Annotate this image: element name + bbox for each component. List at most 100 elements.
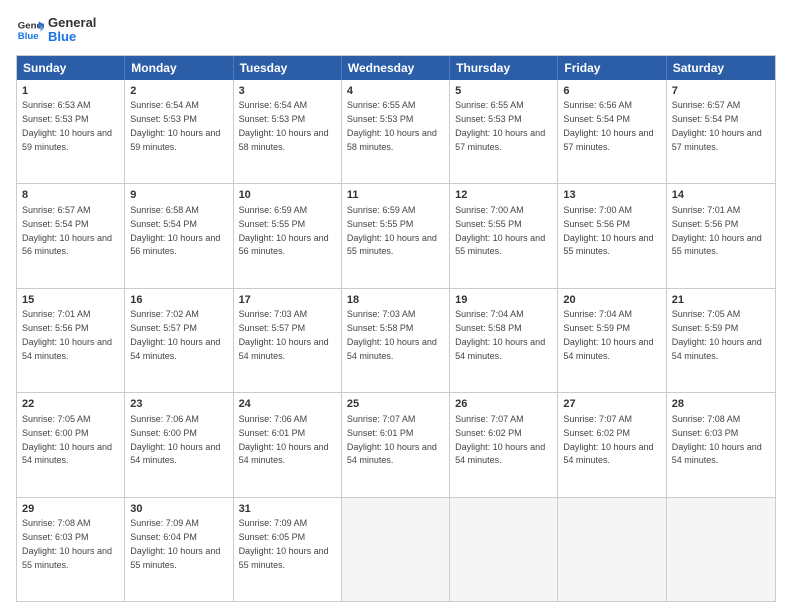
calendar-cell-7: 7Sunrise: 6:57 AMSunset: 5:54 PMDaylight… xyxy=(667,80,775,183)
day-number: 4 xyxy=(347,84,444,99)
header: General Blue General Blue xyxy=(16,16,776,45)
day-info: Sunrise: 7:04 AMSunset: 5:58 PMDaylight:… xyxy=(455,309,545,360)
page: General Blue General Blue SundayMondayTu… xyxy=(0,0,792,612)
calendar-cell-6: 6Sunrise: 6:56 AMSunset: 5:54 PMDaylight… xyxy=(558,80,666,183)
day-info: Sunrise: 7:07 AMSunset: 6:02 PMDaylight:… xyxy=(455,414,545,465)
calendar-cell-11: 11Sunrise: 6:59 AMSunset: 5:55 PMDayligh… xyxy=(342,184,450,287)
calendar-body: 1Sunrise: 6:53 AMSunset: 5:53 PMDaylight… xyxy=(17,80,775,601)
day-number: 24 xyxy=(239,397,336,412)
header-day-friday: Friday xyxy=(558,56,666,80)
calendar-cell-14: 14Sunrise: 7:01 AMSunset: 5:56 PMDayligh… xyxy=(667,184,775,287)
day-number: 20 xyxy=(563,293,660,308)
day-number: 23 xyxy=(130,397,227,412)
day-info: Sunrise: 7:07 AMSunset: 6:02 PMDaylight:… xyxy=(563,414,653,465)
calendar-cell-24: 24 Sunrise: 7:06 AMSunset: 6:01 PMDayligh… xyxy=(234,393,342,496)
calendar-row-1: 1Sunrise: 6:53 AMSunset: 5:53 PMDaylight… xyxy=(17,80,775,183)
day-number: 7 xyxy=(672,84,770,99)
day-number: 9 xyxy=(130,188,227,203)
day-number: 1 xyxy=(22,84,119,99)
calendar-cell-4: 4Sunrise: 6:55 AMSunset: 5:53 PMDaylight… xyxy=(342,80,450,183)
calendar-cell-13: 13 Sunrise: 7:00 AMSunset: 5:56 PMDayligh… xyxy=(558,184,666,287)
day-number: 2 xyxy=(130,84,227,99)
day-number: 19 xyxy=(455,293,552,308)
calendar-cell-17: 17Sunrise: 7:03 AMSunset: 5:57 PMDayligh… xyxy=(234,289,342,392)
calendar-cell-3: 3Sunrise: 6:54 AMSunset: 5:53 PMDaylight… xyxy=(234,80,342,183)
calendar-cell-25: 25Sunrise: 7:07 AMSunset: 6:01 PMDayligh… xyxy=(342,393,450,496)
day-number: 12 xyxy=(455,188,552,203)
calendar-cell-20: 20Sunrise: 7:04 AMSunset: 5:59 PMDayligh… xyxy=(558,289,666,392)
calendar-row-5: 29Sunrise: 7:08 AMSunset: 6:03 PMDayligh… xyxy=(17,497,775,601)
day-info: Sunrise: 7:08 AMSunset: 6:03 PMDaylight:… xyxy=(672,414,762,465)
day-number: 30 xyxy=(130,502,227,517)
day-number: 16 xyxy=(130,293,227,308)
calendar-cell-10: 10Sunrise: 6:59 AMSunset: 5:55 PMDayligh… xyxy=(234,184,342,287)
day-number: 21 xyxy=(672,293,770,308)
day-info: Sunrise: 6:54 AMSunset: 5:53 PMDaylight:… xyxy=(239,100,329,151)
day-number: 29 xyxy=(22,502,119,517)
day-info: Sunrise: 7:00 AMSunset: 5:55 PMDaylight:… xyxy=(455,205,545,256)
calendar-cell-23: 23Sunrise: 7:06 AMSunset: 6:00 PMDayligh… xyxy=(125,393,233,496)
day-info: Sunrise: 7:06 AMSunset: 6:01 PMDaylight:… xyxy=(239,414,329,465)
calendar-header: SundayMondayTuesdayWednesdayThursdayFrid… xyxy=(17,56,775,80)
header-day-monday: Monday xyxy=(125,56,233,80)
calendar-cell-2: 2Sunrise: 6:54 AMSunset: 5:53 PMDaylight… xyxy=(125,80,233,183)
day-number: 28 xyxy=(672,397,770,412)
day-info: Sunrise: 7:02 AMSunset: 5:57 PMDaylight:… xyxy=(130,309,220,360)
day-info: Sunrise: 7:03 AMSunset: 5:57 PMDaylight:… xyxy=(239,309,329,360)
calendar-cell-22: 22Sunrise: 7:05 AMSunset: 6:00 PMDayligh… xyxy=(17,393,125,496)
day-number: 5 xyxy=(455,84,552,99)
day-number: 11 xyxy=(347,188,444,203)
day-number: 26 xyxy=(455,397,552,412)
day-number: 13 xyxy=(563,188,660,203)
calendar-cell-5: 5Sunrise: 6:55 AMSunset: 5:53 PMDaylight… xyxy=(450,80,558,183)
svg-text:Blue: Blue xyxy=(18,31,39,42)
header-day-thursday: Thursday xyxy=(450,56,558,80)
day-number: 3 xyxy=(239,84,336,99)
calendar-row-2: 8 Sunrise: 6:57 AMSunset: 5:54 PMDaylight… xyxy=(17,183,775,287)
calendar-row-3: 15Sunrise: 7:01 AMSunset: 5:56 PMDayligh… xyxy=(17,288,775,392)
day-info: Sunrise: 6:57 AMSunset: 5:54 PMDaylight:… xyxy=(672,100,762,151)
calendar-cell-19: 19Sunrise: 7:04 AMSunset: 5:58 PMDayligh… xyxy=(450,289,558,392)
day-info: Sunrise: 7:03 AMSunset: 5:58 PMDaylight:… xyxy=(347,309,437,360)
day-info: Sunrise: 6:59 AMSunset: 5:55 PMDaylight:… xyxy=(239,205,329,256)
day-number: 18 xyxy=(347,293,444,308)
calendar-cell-empty xyxy=(450,498,558,601)
day-number: 15 xyxy=(22,293,119,308)
day-info: Sunrise: 6:53 AMSunset: 5:53 PMDaylight:… xyxy=(22,100,112,151)
day-info: Sunrise: 7:09 AMSunset: 6:05 PMDaylight:… xyxy=(239,518,329,569)
day-number: 17 xyxy=(239,293,336,308)
logo: General Blue General Blue xyxy=(16,16,96,45)
calendar: SundayMondayTuesdayWednesdayThursdayFrid… xyxy=(16,55,776,602)
header-day-saturday: Saturday xyxy=(667,56,775,80)
calendar-cell-15: 15Sunrise: 7:01 AMSunset: 5:56 PMDayligh… xyxy=(17,289,125,392)
day-number: 27 xyxy=(563,397,660,412)
day-info: Sunrise: 6:55 AMSunset: 5:53 PMDaylight:… xyxy=(455,100,545,151)
calendar-cell-empty xyxy=(667,498,775,601)
day-number: 22 xyxy=(22,397,119,412)
day-number: 31 xyxy=(239,502,336,517)
calendar-cell-1: 1Sunrise: 6:53 AMSunset: 5:53 PMDaylight… xyxy=(17,80,125,183)
calendar-row-4: 22Sunrise: 7:05 AMSunset: 6:00 PMDayligh… xyxy=(17,392,775,496)
calendar-cell-9: 9Sunrise: 6:58 AMSunset: 5:54 PMDaylight… xyxy=(125,184,233,287)
calendar-cell-30: 30Sunrise: 7:09 AMSunset: 6:04 PMDayligh… xyxy=(125,498,233,601)
day-number: 6 xyxy=(563,84,660,99)
day-info: Sunrise: 7:08 AMSunset: 6:03 PMDaylight:… xyxy=(22,518,112,569)
header-day-sunday: Sunday xyxy=(17,56,125,80)
day-info: Sunrise: 6:54 AMSunset: 5:53 PMDaylight:… xyxy=(130,100,220,151)
day-info: Sunrise: 6:57 AMSunset: 5:54 PMDaylight:… xyxy=(22,205,112,256)
logo-text: General Blue xyxy=(48,16,96,45)
calendar-cell-21: 21Sunrise: 7:05 AMSunset: 5:59 PMDayligh… xyxy=(667,289,775,392)
day-number: 25 xyxy=(347,397,444,412)
day-info: Sunrise: 7:05 AMSunset: 5:59 PMDaylight:… xyxy=(672,309,762,360)
header-day-tuesday: Tuesday xyxy=(234,56,342,80)
logo-icon: General Blue xyxy=(16,16,44,44)
calendar-cell-29: 29Sunrise: 7:08 AMSunset: 6:03 PMDayligh… xyxy=(17,498,125,601)
day-info: Sunrise: 7:00 AMSunset: 5:56 PMDaylight:… xyxy=(563,205,653,256)
day-info: Sunrise: 6:55 AMSunset: 5:53 PMDaylight:… xyxy=(347,100,437,151)
calendar-cell-28: 28 Sunrise: 7:08 AMSunset: 6:03 PMDayligh… xyxy=(667,393,775,496)
calendar-cell-31: 31Sunrise: 7:09 AMSunset: 6:05 PMDayligh… xyxy=(234,498,342,601)
day-number: 8 xyxy=(22,188,119,203)
calendar-cell-empty xyxy=(342,498,450,601)
calendar-cell-empty xyxy=(558,498,666,601)
day-info: Sunrise: 7:04 AMSunset: 5:59 PMDaylight:… xyxy=(563,309,653,360)
